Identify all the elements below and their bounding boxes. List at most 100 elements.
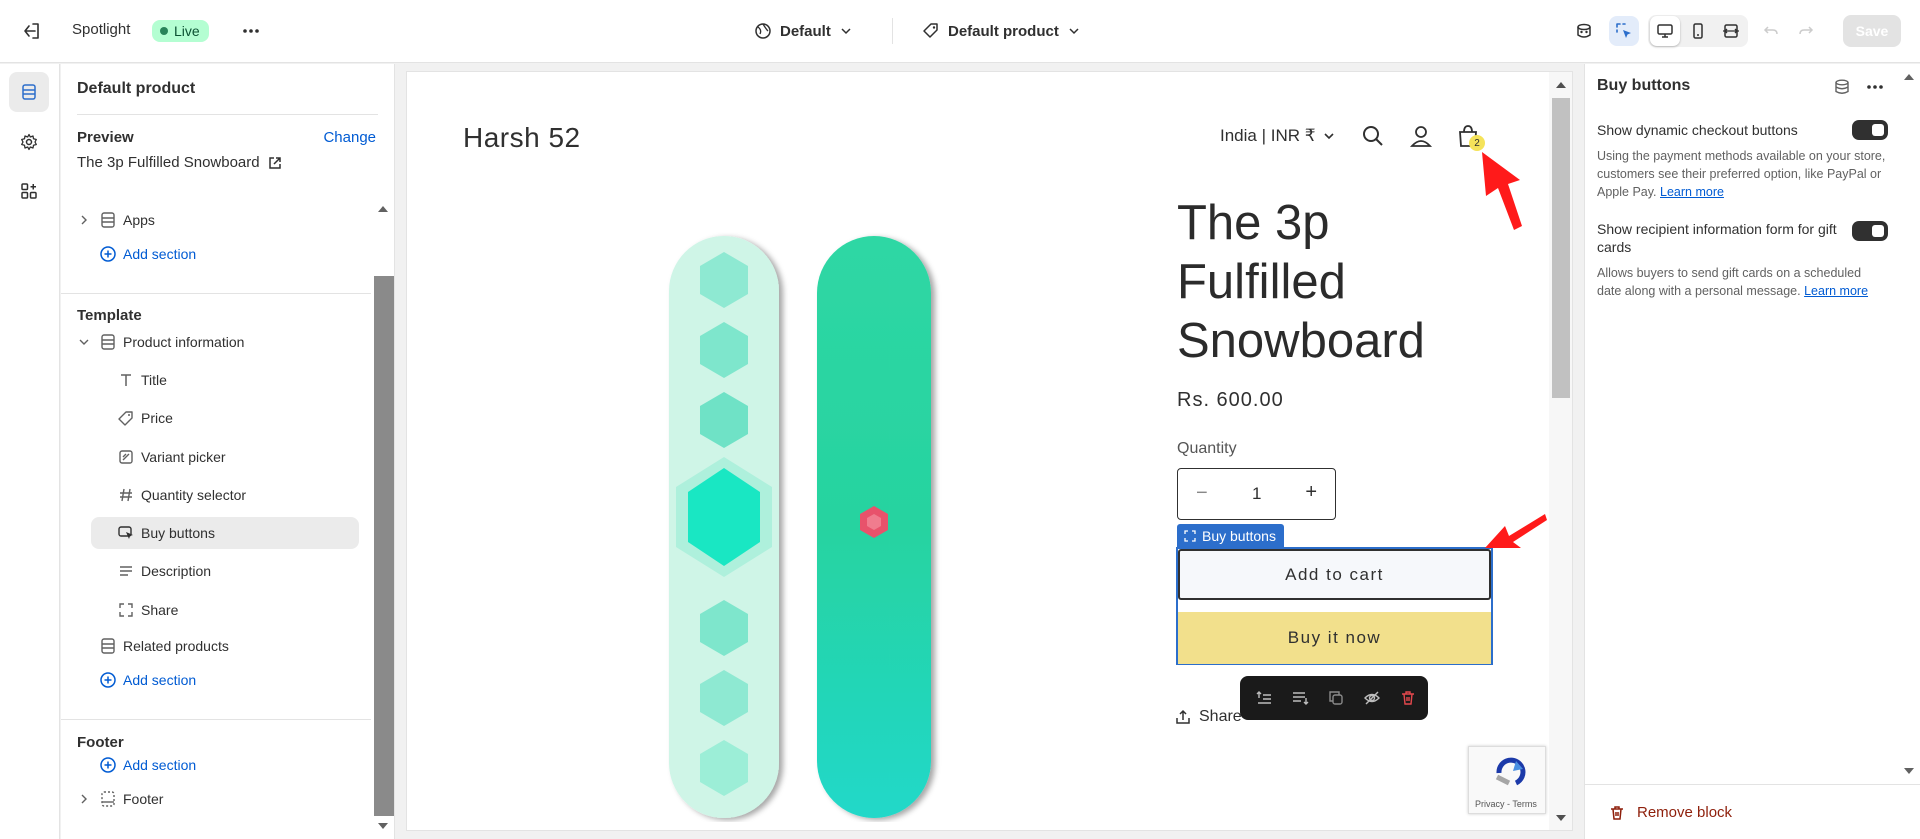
- tree-item-price[interactable]: Price: [61, 402, 371, 434]
- add-to-cart-button[interactable]: Add to cart: [1178, 549, 1491, 600]
- recaptcha-badge[interactable]: Privacy - Terms: [1468, 746, 1546, 814]
- product-title: The 3p Fulfilled Snowboard: [1177, 196, 1425, 368]
- tree-item-related-products[interactable]: Related products: [61, 630, 371, 662]
- selected-block-tag[interactable]: Buy buttons: [1177, 524, 1284, 547]
- database-icon[interactable]: [1833, 78, 1851, 96]
- theme-assets-icon[interactable]: [1569, 16, 1599, 46]
- preview-product[interactable]: The 3p Fulfilled Snowboard: [77, 154, 282, 171]
- recaptcha-logo-icon: [1495, 757, 1526, 786]
- decrease-quantity-button[interactable]: −: [1196, 482, 1208, 505]
- quantity-value[interactable]: 1: [1252, 484, 1261, 504]
- tree-item-product-information[interactable]: Product information: [61, 326, 371, 358]
- share-icon: [1175, 709, 1191, 725]
- exit-icon[interactable]: [20, 20, 42, 42]
- tree-item-description[interactable]: Description: [61, 555, 371, 587]
- tree-item-buy-buttons[interactable]: Buy buttons: [91, 517, 359, 549]
- tree-item-quantity-selector[interactable]: Quantity selector: [61, 479, 371, 511]
- full-width-icon[interactable]: [1716, 16, 1746, 46]
- search-icon[interactable]: [1359, 122, 1387, 150]
- setting-help-text: Using the payment methods available on y…: [1597, 149, 1886, 199]
- scroll-up-icon[interactable]: [377, 204, 389, 214]
- add-section-button[interactable]: Add section: [61, 749, 371, 781]
- trash-icon: [1609, 805, 1625, 821]
- chevron-down-icon[interactable]: [77, 335, 91, 349]
- remove-block-button[interactable]: Remove block: [1609, 804, 1732, 821]
- inspect-icon[interactable]: [1609, 16, 1639, 46]
- globe-icon: [754, 22, 772, 40]
- panel-scrollbar[interactable]: [374, 276, 394, 816]
- setting-help-text: Allows buyers to send gift cards on a sc…: [1597, 266, 1869, 298]
- dynamic-checkout-toggle[interactable]: [1852, 120, 1888, 140]
- cart-count-badge: 2: [1469, 135, 1485, 151]
- learn-more-link[interactable]: Learn more: [1660, 185, 1724, 199]
- scroll-down-icon[interactable]: [1555, 813, 1567, 823]
- quantity-label: Quantity: [1177, 440, 1237, 457]
- scroll-down-icon[interactable]: [377, 821, 389, 831]
- undo-icon[interactable]: [1756, 16, 1786, 46]
- sections-icon[interactable]: [9, 72, 49, 112]
- move-up-icon[interactable]: [1248, 682, 1280, 714]
- add-section-button[interactable]: Add section: [61, 664, 371, 696]
- quantity-stepper: − 1 +: [1177, 468, 1336, 520]
- scroll-up-icon[interactable]: [1903, 72, 1915, 82]
- frame-icon: [1184, 529, 1196, 542]
- setting-label: Show recipient information form for gift…: [1597, 221, 1837, 255]
- share-button[interactable]: Share: [1175, 708, 1242, 726]
- mobile-icon[interactable]: [1683, 16, 1713, 46]
- tree-item-title[interactable]: Title: [61, 364, 371, 396]
- hide-icon[interactable]: [1356, 682, 1388, 714]
- text-lines-icon: [117, 562, 135, 580]
- tree-item-footer[interactable]: Footer: [61, 783, 371, 815]
- external-link-icon: [268, 156, 282, 170]
- trash-icon[interactable]: [1392, 682, 1424, 714]
- desktop-icon[interactable]: [1650, 16, 1680, 46]
- redo-icon[interactable]: [1791, 16, 1821, 46]
- page-selector[interactable]: Default product: [922, 18, 1081, 44]
- annotation-arrow: [1483, 512, 1548, 552]
- section-icon: [99, 211, 117, 229]
- chevron-down-icon: [1322, 129, 1336, 143]
- preview-label: Preview: [77, 129, 134, 146]
- plus-circle-icon: [99, 756, 117, 774]
- variant-icon: [117, 448, 135, 466]
- chevron-right-icon[interactable]: [77, 213, 91, 227]
- buy-now-button[interactable]: Buy it now: [1178, 612, 1491, 664]
- chevron-down-icon: [1067, 24, 1081, 38]
- gear-icon[interactable]: [9, 122, 49, 162]
- left-rail: [0, 64, 60, 839]
- divider: [61, 719, 371, 720]
- account-icon[interactable]: [1407, 122, 1435, 150]
- preview-scrollbar[interactable]: [1552, 98, 1570, 398]
- more-horizontal-icon[interactable]: [1865, 78, 1885, 96]
- template-heading: Template: [77, 307, 142, 324]
- template-selector[interactable]: Default: [754, 18, 853, 44]
- chevron-right-icon[interactable]: [77, 792, 91, 806]
- scroll-down-icon[interactable]: [1903, 766, 1915, 776]
- learn-more-link[interactable]: Learn more: [1804, 284, 1868, 298]
- annotation-arrow: [1480, 150, 1525, 230]
- gift-card-form-toggle[interactable]: [1852, 221, 1888, 241]
- scroll-up-icon[interactable]: [1555, 80, 1567, 90]
- move-down-icon[interactable]: [1284, 682, 1316, 714]
- apps-icon[interactable]: [9, 171, 49, 211]
- product-image[interactable]: [657, 232, 947, 822]
- change-preview-link[interactable]: Change: [323, 129, 376, 146]
- panel-footer: Remove block: [1585, 784, 1920, 839]
- store-logo[interactable]: Harsh 52: [463, 122, 581, 154]
- top-bar: Spotlight Live Default Default product S…: [0, 0, 1920, 63]
- tree-item-apps[interactable]: Apps: [61, 204, 371, 236]
- left-panel: Default product Preview Change The 3p Fu…: [61, 64, 395, 839]
- divider: [77, 114, 378, 115]
- tree-item-variant-picker[interactable]: Variant picker: [61, 441, 371, 473]
- tree-item-share[interactable]: Share: [61, 594, 371, 626]
- add-section-button[interactable]: Add section: [61, 238, 371, 270]
- save-button[interactable]: Save: [1843, 15, 1901, 47]
- text-icon: [117, 371, 135, 389]
- storefront-preview: Harsh 52 India | INR ₹ 2 The 3p Fulfille…: [407, 72, 1572, 830]
- increase-quantity-button[interactable]: +: [1305, 481, 1317, 504]
- duplicate-icon[interactable]: [1320, 682, 1352, 714]
- plus-circle-icon: [99, 245, 117, 263]
- more-horizontal-icon[interactable]: [240, 20, 262, 42]
- setting-label: Show dynamic checkout buttons: [1597, 122, 1798, 138]
- locale-selector[interactable]: India | INR ₹: [1220, 126, 1336, 146]
